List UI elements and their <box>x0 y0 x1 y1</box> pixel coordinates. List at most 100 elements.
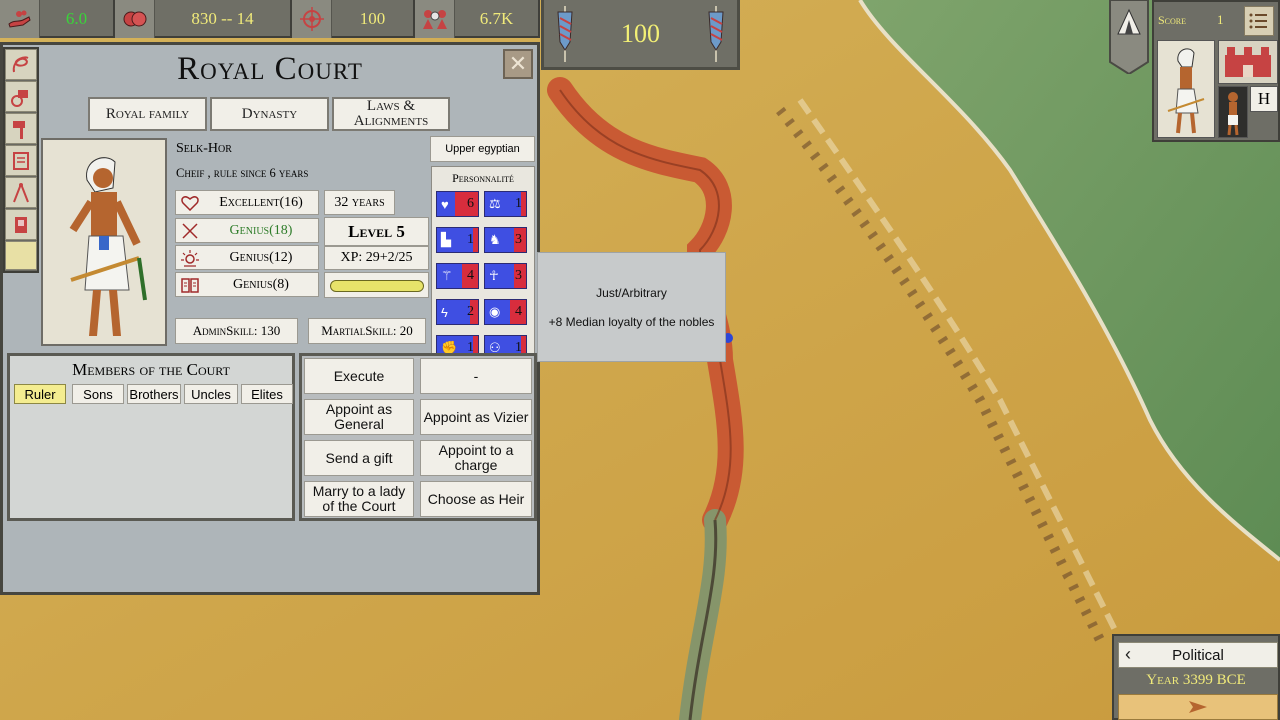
hammer-icon <box>13 120 25 139</box>
military-value: 100 <box>359 9 386 28</box>
tab-dynasty[interactable]: Dynasty <box>210 97 329 131</box>
court-members-panel: Members of the Court Ruler Sons Brothers… <box>7 353 295 521</box>
personality-trait[interactable]: ♞ 3 <box>484 227 527 253</box>
tab-elites[interactable]: Elites <box>241 384 293 404</box>
scroll-tool-button[interactable] <box>5 145 37 176</box>
stat-martial-label: Genius(18) <box>229 222 293 238</box>
tab-brothers[interactable]: Brothers <box>127 384 181 404</box>
marry-button[interactable]: Marry to a lady of the Court <box>304 481 414 517</box>
trait-value: 1 <box>515 196 522 211</box>
personality-trait[interactable]: ◉ 4 <box>484 299 527 325</box>
population-resource[interactable]: 830 -- 14 <box>115 0 292 38</box>
trait-value: 3 <box>515 268 522 283</box>
character-button[interactable] <box>1218 86 1248 138</box>
ankh-icon: ☥ <box>489 268 499 283</box>
chair-icon: ▙ <box>441 232 451 247</box>
prestige-resource[interactable]: 6.7K <box>415 0 540 38</box>
trait-value: 2 <box>467 304 474 319</box>
execute-button[interactable]: Execute <box>304 358 414 394</box>
tab-laws-alignments[interactable]: Laws & Alignments <box>332 97 450 131</box>
nobles-icon <box>415 0 455 38</box>
admin-skill: AdminSkill: 130 <box>175 318 298 344</box>
resource-bar: 6.0 830 -- 14 100 6.7K <box>0 0 540 38</box>
h-button[interactable]: H <box>1250 86 1278 112</box>
scales-icon: ⚖ <box>489 196 501 211</box>
trait-value: 4 <box>467 268 474 283</box>
stat-row-health[interactable]: Excellent(16) <box>175 190 319 215</box>
personality-trait[interactable]: ♥ 6 <box>436 191 479 217</box>
arrow-right-icon <box>1189 701 1207 713</box>
court-actions-panel: Execute - Appoint as General Appoint as … <box>299 353 537 521</box>
military-resource[interactable]: 100 <box>292 0 415 38</box>
stat-row-martial[interactable]: Genius(18) <box>175 218 319 243</box>
political-panel: ‹ Political Year 3399 BCE <box>1112 634 1280 720</box>
hammer-tool-button[interactable] <box>5 113 37 144</box>
close-icon: ✕ <box>508 51 528 76</box>
map-mode-selector[interactable]: ‹ Political <box>1118 642 1278 668</box>
appoint-vizier-button[interactable]: Appoint as Vizier <box>420 399 532 435</box>
personality-trait[interactable]: ☥ 3 <box>484 263 527 289</box>
personality-trait[interactable]: ▙ 1 <box>436 227 479 253</box>
tooltip-title: Just/Arbitrary <box>596 286 667 300</box>
tab-ruler[interactable]: Ruler <box>14 384 66 404</box>
personality-trait[interactable]: ⚚ 4 <box>436 263 479 289</box>
hand-grain-icon <box>0 0 40 38</box>
stat-row-diplomacy[interactable]: Genius(12) <box>175 245 319 270</box>
stat-diplomacy-label: Genius(12) <box>229 249 293 265</box>
tab-royal-family[interactable]: Royal family <box>88 97 207 131</box>
book-icon <box>176 277 204 293</box>
army-strength-value: 100 <box>621 18 660 48</box>
trait-value: 4 <box>515 304 522 319</box>
menu-button[interactable] <box>1244 6 1274 36</box>
fortress-button[interactable] <box>1218 40 1278 84</box>
list-menu-icon <box>1249 13 1267 29</box>
trait-value: 1 <box>467 232 474 247</box>
heart-icon: ♥ <box>441 196 449 212</box>
population-icon <box>115 0 155 38</box>
elephant-icon: ♞ <box>489 232 501 247</box>
tab-uncles[interactable]: Uncles <box>184 384 238 404</box>
send-gift-button[interactable]: Send a gift <box>304 440 414 476</box>
compass-icon <box>13 182 29 202</box>
servant-icon <box>1227 92 1239 136</box>
tooltip-description: +8 Median loyalty of the nobles <box>548 315 715 329</box>
close-button[interactable]: ✕ <box>503 49 533 79</box>
appoint-charge-button[interactable]: Appoint to a charge <box>420 440 532 476</box>
score-panel: Score 1 H <box>1152 0 1280 142</box>
next-turn-button[interactable] <box>1118 694 1278 720</box>
score-value: 1 <box>1217 12 1224 27</box>
xp-box: XP: 29+2/25 <box>324 246 429 270</box>
score-label: Score <box>1158 13 1187 27</box>
compass-tool-button[interactable] <box>5 177 37 208</box>
personality-trait[interactable]: ⚖ 1 <box>484 191 527 217</box>
page-title: Royal Court <box>177 51 363 87</box>
food-value: 6.0 <box>65 9 88 28</box>
level-box: Level 5 <box>324 217 429 246</box>
pharaoh-mini-icon <box>1167 48 1205 134</box>
trait-value: 6 <box>467 196 474 211</box>
martial-skill: MartialSkill: 20 <box>308 318 426 344</box>
empty-action-button[interactable]: - <box>420 358 532 394</box>
fortress-icon <box>1225 47 1271 77</box>
choose-heir-button[interactable]: Choose as Heir <box>420 481 532 517</box>
army-banner[interactable]: 100 <box>541 0 740 70</box>
personality-trait[interactable]: ϟ2 <box>436 299 479 325</box>
throne-icon <box>15 216 27 233</box>
throne-tool-button[interactable] <box>5 209 37 240</box>
crossed-swords-icon <box>176 222 204 240</box>
ruler-mini-portrait[interactable] <box>1157 40 1215 138</box>
food-resource[interactable]: 6.0 <box>0 0 115 38</box>
tab-sons[interactable]: Sons <box>72 384 124 404</box>
lightning-icon: ϟ <box>441 304 448 320</box>
appoint-general-button[interactable]: Appoint as General <box>304 399 414 435</box>
faction-flag-icon[interactable] <box>1108 0 1150 74</box>
stat-learning-label: Genius(8) <box>233 276 289 292</box>
character-name: Selk-Hor <box>176 141 232 156</box>
scroll-icon <box>13 151 29 170</box>
royal-court-panel: Royal Court ✕ Royal family Dynasty Laws … <box>0 42 726 595</box>
ruler-portrait[interactable] <box>41 138 167 346</box>
standard-left-icon <box>557 5 573 62</box>
culture-badge: Upper egyptian <box>430 136 535 162</box>
standard-right-icon <box>708 5 724 62</box>
stat-row-learning[interactable]: Genius(8) <box>175 272 319 297</box>
